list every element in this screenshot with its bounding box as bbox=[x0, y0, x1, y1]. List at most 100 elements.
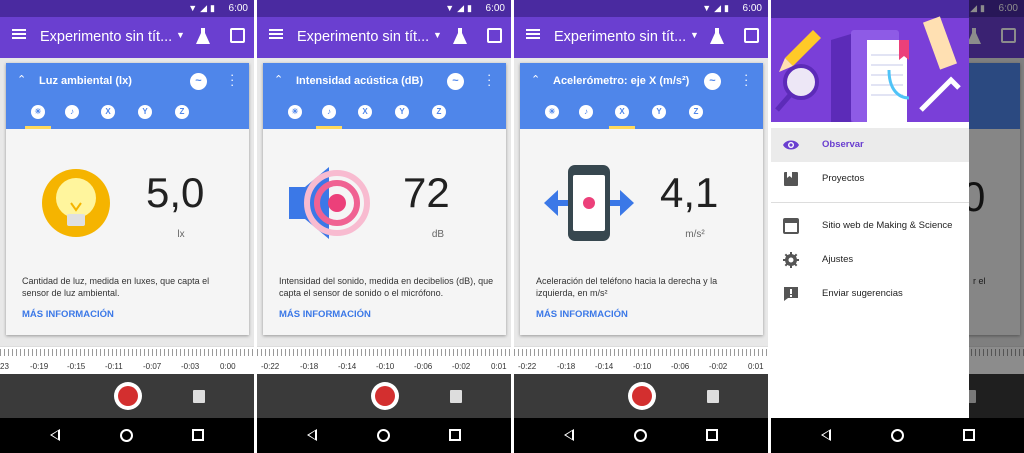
tab-x[interactable]: X bbox=[352, 101, 378, 129]
status-bar: ▼◢▮ 6:00 bbox=[0, 0, 254, 17]
status-icons: ▼◢▮ bbox=[188, 3, 218, 13]
drawer-item-observar[interactable]: Observar bbox=[771, 128, 969, 162]
more-info-link[interactable]: MÁS INFORMACIÓN bbox=[536, 309, 628, 320]
sensor-card-header: ⌃ Acelerómetro: eje X (m/s²) ~ · · · ☀ ♪ X… bbox=[520, 63, 763, 129]
collapse-icon[interactable]: ⌃ bbox=[274, 73, 283, 86]
status-icons: ▼◢▮ bbox=[702, 3, 732, 13]
axis-label: -0:14 bbox=[595, 362, 614, 371]
axis-label: -0:06 bbox=[414, 362, 433, 371]
overflow-menu-icon[interactable]: · · · bbox=[230, 68, 234, 91]
drawer-item-website[interactable]: Sitio web de Making & Science bbox=[771, 209, 969, 243]
flask-icon[interactable] bbox=[453, 28, 467, 44]
overflow-menu-icon[interactable]: · · · bbox=[487, 68, 491, 91]
drawer-divider bbox=[771, 202, 969, 203]
axis-label: 0:00 bbox=[220, 362, 236, 371]
eye-icon bbox=[783, 140, 799, 150]
y-axis-icon: Y bbox=[395, 105, 409, 119]
back-icon[interactable] bbox=[821, 429, 831, 441]
tab-y[interactable]: Y bbox=[389, 101, 415, 129]
more-info-link[interactable]: MÁS INFORMACIÓN bbox=[279, 309, 371, 320]
tab-z[interactable]: Z bbox=[683, 101, 709, 129]
flask-icon[interactable] bbox=[196, 28, 210, 44]
drawer-item-label: Ajustes bbox=[822, 254, 854, 265]
axis-label: -0:10 bbox=[376, 362, 395, 371]
tab-light[interactable]: ☀ bbox=[282, 101, 308, 129]
axis-ticks bbox=[0, 349, 254, 356]
axis-label: -0:14 bbox=[338, 362, 357, 371]
more-info-link[interactable]: MÁS INFORMACIÓN bbox=[22, 309, 114, 320]
tab-x[interactable]: X bbox=[95, 101, 121, 129]
x-axis-icon: X bbox=[615, 105, 629, 119]
recording-controls bbox=[0, 374, 254, 418]
overflow-menu-icon[interactable]: · · · bbox=[744, 68, 748, 91]
tab-light[interactable]: ☀ bbox=[539, 101, 565, 129]
note-icon[interactable] bbox=[450, 390, 462, 403]
drawer-item-label: Observar bbox=[822, 139, 864, 150]
tab-sound[interactable]: ♪ bbox=[59, 101, 85, 129]
recents-icon[interactable] bbox=[192, 429, 204, 441]
recents-icon[interactable] bbox=[449, 429, 461, 441]
menu-icon[interactable] bbox=[12, 27, 26, 41]
feedback-icon bbox=[784, 287, 798, 301]
dropdown-icon[interactable]: ▼ bbox=[690, 30, 699, 40]
home-icon[interactable] bbox=[634, 429, 647, 442]
axis-label: -0:07 bbox=[143, 362, 162, 371]
bulb-icon: ☀ bbox=[288, 105, 302, 119]
dropdown-icon[interactable]: ▼ bbox=[433, 30, 442, 40]
phone-drawer: ▼◢▮ 6:00 0 r el Observar Proyectos Sitio… bbox=[771, 0, 1024, 453]
speaker-volume-icon bbox=[289, 167, 370, 239]
home-icon[interactable] bbox=[377, 429, 390, 442]
experiment-title[interactable]: Experimento sin tít... bbox=[297, 29, 429, 45]
axis-label: 23 bbox=[0, 362, 9, 371]
bulb-icon: ☀ bbox=[545, 105, 559, 119]
note-icon[interactable] bbox=[707, 390, 719, 403]
sensor-chip-icon[interactable] bbox=[230, 28, 245, 43]
collapse-icon[interactable]: ⌃ bbox=[531, 73, 540, 86]
flask-icon[interactable] bbox=[710, 28, 724, 44]
sensor-card: ⌃ Luz ambiental (lx) ~ · · · ☀ ♪ X Y Z 5… bbox=[6, 63, 249, 335]
experiment-title[interactable]: Experimento sin tít... bbox=[40, 29, 172, 45]
record-button[interactable] bbox=[114, 382, 142, 410]
drawer-menu: Observar Proyectos Sitio web de Making &… bbox=[771, 128, 969, 311]
status-time: 6:00 bbox=[485, 3, 505, 14]
stats-icon[interactable]: ~ bbox=[704, 73, 721, 90]
time-axis: 23 -0:19 -0:15 -0:11 -0:07 -0:03 0:00 bbox=[0, 346, 254, 374]
tab-sound[interactable]: ♪ bbox=[316, 101, 342, 129]
recents-icon[interactable] bbox=[963, 429, 975, 441]
drawer-item-feedback[interactable]: Enviar sugerencias bbox=[771, 277, 969, 311]
sensor-chip-icon[interactable] bbox=[487, 28, 502, 43]
tab-sound[interactable]: ♪ bbox=[573, 101, 599, 129]
back-icon[interactable] bbox=[307, 429, 317, 441]
back-icon[interactable] bbox=[50, 429, 60, 441]
z-axis-icon: Z bbox=[175, 105, 189, 119]
x-axis-icon: X bbox=[358, 105, 372, 119]
tab-y[interactable]: Y bbox=[646, 101, 672, 129]
axis-label: -0:02 bbox=[452, 362, 471, 371]
experiment-title[interactable]: Experimento sin tít... bbox=[554, 29, 686, 45]
dropdown-icon[interactable]: ▼ bbox=[176, 30, 185, 40]
recents-icon[interactable] bbox=[706, 429, 718, 441]
record-button[interactable] bbox=[371, 382, 399, 410]
tab-light[interactable]: ☀ bbox=[25, 101, 51, 129]
collapse-icon[interactable]: ⌃ bbox=[17, 73, 26, 86]
stats-icon[interactable]: ~ bbox=[190, 73, 207, 90]
menu-icon[interactable] bbox=[269, 27, 283, 41]
tab-x[interactable]: X bbox=[609, 101, 635, 129]
sensor-chip-icon[interactable] bbox=[744, 28, 759, 43]
reading-unit: m/s² bbox=[685, 229, 705, 240]
tab-z[interactable]: Z bbox=[169, 101, 195, 129]
drawer-item-proyectos[interactable]: Proyectos bbox=[771, 162, 969, 196]
sensor-tabs: ☀ ♪ X Y Z bbox=[520, 101, 763, 129]
record-button[interactable] bbox=[628, 382, 656, 410]
stats-icon[interactable]: ~ bbox=[447, 73, 464, 90]
back-icon[interactable] bbox=[564, 429, 574, 441]
menu-icon[interactable] bbox=[526, 27, 540, 41]
tab-y[interactable]: Y bbox=[132, 101, 158, 129]
drawer-item-ajustes[interactable]: Ajustes bbox=[771, 243, 969, 277]
speaker-icon: ♪ bbox=[322, 105, 336, 119]
home-icon[interactable] bbox=[120, 429, 133, 442]
drawer-item-label: Sitio web de Making & Science bbox=[822, 220, 953, 231]
home-icon[interactable] bbox=[891, 429, 904, 442]
tab-z[interactable]: Z bbox=[426, 101, 452, 129]
note-icon[interactable] bbox=[193, 390, 205, 403]
